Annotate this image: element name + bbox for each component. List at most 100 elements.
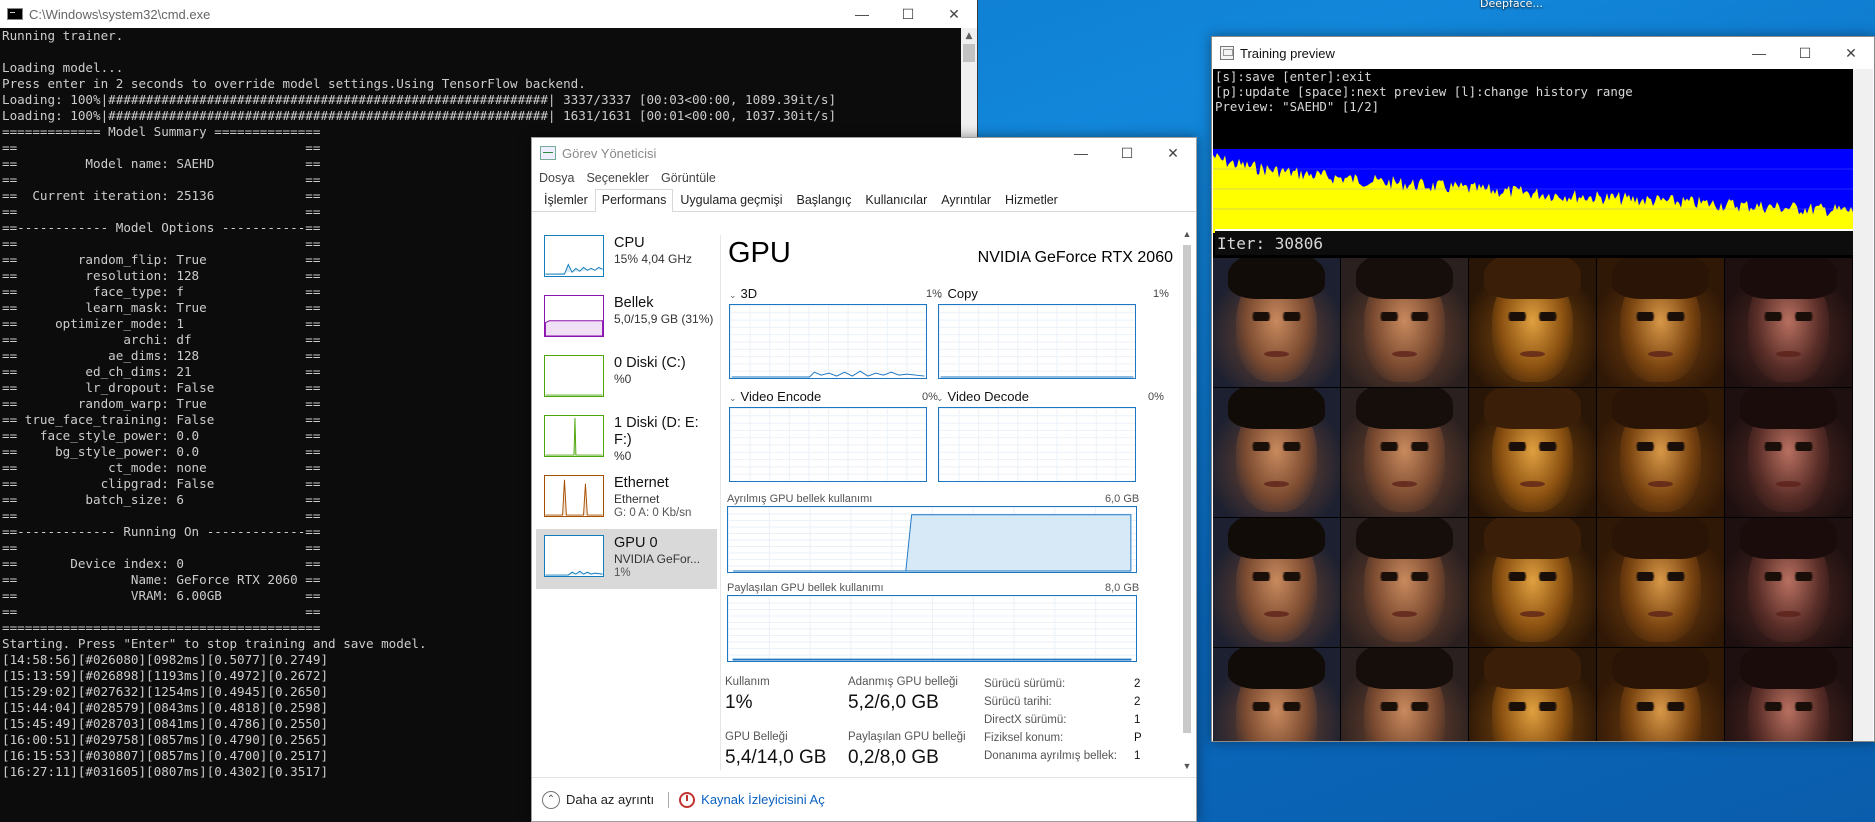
face-hair (1356, 258, 1453, 300)
tab-details[interactable]: Ayrıntılar (934, 189, 998, 211)
console-line: Running trainer. (2, 28, 124, 43)
face-hair (1740, 648, 1837, 690)
training-preview-window[interactable]: Training preview — ☐ ✕ [s]:save [enter]:… (1211, 36, 1875, 742)
face-hair (1484, 648, 1581, 690)
preview-face-tile (1725, 648, 1853, 741)
desktop-icon-label[interactable]: Deepface... (1480, 0, 1543, 10)
scroll-up-icon[interactable]: ▲ (1180, 229, 1194, 243)
menu-view[interactable]: Görüntüle (661, 171, 716, 185)
face-mouth (1391, 350, 1418, 358)
face-hair (1228, 518, 1325, 560)
console-line: Loading model... (2, 60, 124, 75)
tm-tabs: İşlemler Performans Uygulama geçmişi Baş… (532, 188, 1196, 212)
shared-gpu-memory-value: 0,2/8,0 GB (848, 747, 939, 768)
sidebar-value-2: 1% (614, 567, 631, 579)
preview-face-tile (1469, 388, 1597, 518)
face-hair (1740, 518, 1837, 560)
chevron-down-icon: ⌄ (729, 290, 737, 300)
gpu-memory-label: GPU Belleği (725, 731, 788, 743)
preview-face-tile (1469, 258, 1597, 388)
close-button[interactable]: ✕ (931, 0, 977, 28)
scroll-down-icon[interactable]: ▼ (1180, 761, 1194, 775)
minimize-button[interactable]: — (1736, 39, 1782, 67)
maximize-button[interactable]: ☐ (885, 0, 931, 28)
dedicated-memory-graph (727, 506, 1137, 573)
disk0-thumbnail-graph (544, 355, 604, 397)
tab-startup[interactable]: Başlangıç (790, 189, 859, 211)
gpu-model-name: NVIDIA GeForce RTX 2060 (977, 249, 1173, 266)
menu-file[interactable]: Dosya (539, 171, 574, 185)
open-resource-monitor-link[interactable]: Kaynak İzleyicisini Aç (701, 792, 825, 807)
sidebar-item-cpu[interactable]: CPU 15% 4,04 GHz (536, 229, 717, 289)
tab-processes[interactable]: İşlemler (537, 189, 595, 211)
gpu-detail-panel: GPU NVIDIA GeForce RTX 2060 ⌄ 3D 1% ⌄ Copy… (723, 229, 1181, 775)
perf-sidebar: CPU 15% 4,04 GHz Bellek 5,0/15,9 GB (31%… (536, 229, 717, 589)
face-mouth (1775, 480, 1802, 488)
face-mouth (1519, 480, 1546, 488)
sidebar-label: Ethernet (614, 475, 669, 491)
close-button[interactable]: ✕ (1150, 139, 1196, 167)
fewer-details-button[interactable]: Daha az ayrıntı (566, 792, 654, 807)
preview-face-tile (1213, 518, 1341, 648)
tab-performance[interactable]: Performans (594, 189, 674, 212)
tab-services[interactable]: Hizmetler (998, 189, 1065, 211)
tp-titlebar[interactable]: Training preview — ☐ ✕ (1212, 37, 1874, 69)
face-hair (1356, 648, 1453, 690)
resource-monitor-icon[interactable] (679, 791, 696, 808)
sidebar-item-gpu-0[interactable]: GPU 0 NVIDIA GeFor... 1% (536, 529, 717, 589)
preview-face-tile (1725, 518, 1853, 648)
preview-help-line-1: [s]:save [enter]:exit (1215, 69, 1372, 84)
iteration-counter: Iter: 30806 (1215, 229, 1853, 255)
directx-version-label: DirectX sürümü: (984, 714, 1067, 726)
engine-selector-copy[interactable]: ⌄ Copy (936, 286, 978, 301)
sidebar-value: %0 (614, 372, 632, 386)
driver-date-value: 2 (1134, 696, 1141, 708)
cmd-titlebar[interactable]: C:\Windows\system32\cmd.exe — ☐ ✕ (0, 0, 977, 28)
cmd-title: C:\Windows\system32\cmd.exe (29, 6, 211, 22)
driver-version-label: Sürücü sürümü: (984, 678, 1066, 690)
engine-selector-3d[interactable]: ⌄ 3D (729, 286, 757, 301)
tab-app-history[interactable]: Uygulama geçmişi (673, 189, 789, 211)
maximize-button[interactable]: ☐ (1104, 139, 1150, 167)
face-hair (1228, 258, 1325, 300)
tab-users[interactable]: Kullanıcılar (858, 189, 934, 211)
hardware-reserved-memory-value: 1 (1134, 750, 1141, 762)
sidebar-item-ethernet[interactable]: Ethernet Ethernet G: 0 A: 0 Kb/sn (536, 469, 717, 529)
chevron-up-icon[interactable]: ⌃ (542, 790, 560, 809)
hardware-reserved-memory-label: Donanıma ayrılmış bellek: (984, 750, 1117, 762)
engine-pct-copy: 1% (1153, 288, 1169, 300)
scroll-thumb[interactable] (1183, 245, 1191, 733)
face-mouth (1519, 610, 1546, 618)
driver-date-label: Sürücü tarihi: (984, 696, 1052, 708)
task-manager-window[interactable]: Görev Yöneticisi — ☐ ✕ Dosya Seçenekler … (531, 137, 1197, 822)
sidebar-value: NVIDIA GeFor... (614, 552, 701, 566)
face-hair (1356, 518, 1453, 560)
preview-canvas[interactable]: [s]:save [enter]:exit [p]:update [space]… (1213, 69, 1853, 741)
sidebar-item-memory[interactable]: Bellek 5,0/15,9 GB (31%) (536, 289, 717, 349)
scroll-thumb[interactable] (963, 44, 975, 62)
tp-scrollbar[interactable] (1853, 69, 1873, 741)
face-hair (1228, 388, 1325, 430)
scroll-up-icon[interactable]: ▲ (961, 28, 977, 44)
engine-selector-video-decode[interactable]: ⌄ Video Decode (936, 389, 1029, 404)
sidebar-item-disk-1[interactable]: 1 Diski (D: E: F:) %0 (536, 409, 717, 469)
minimize-button[interactable]: — (1058, 139, 1104, 167)
face-mouth (1775, 350, 1802, 358)
sidebar-label: CPU (614, 235, 645, 251)
sidebar-item-disk-0[interactable]: 0 Diski (C:) %0 (536, 349, 717, 409)
console-line: Loading: 100%|##########################… (2, 108, 837, 123)
face-hair (1484, 518, 1581, 560)
ethernet-thumbnail-graph (544, 475, 604, 517)
sidebar-value: 5,0/15,9 GB (31%) (614, 312, 714, 326)
physical-location-value: P (1134, 732, 1142, 744)
face-hair (1484, 258, 1581, 300)
menu-options[interactable]: Seçenekler (586, 171, 649, 185)
shared-gpu-memory-label: Paylaşılan GPU belleği (848, 731, 966, 743)
engine-selector-video-encode[interactable]: ⌄ Video Encode (729, 389, 821, 404)
tm-titlebar[interactable]: Görev Yöneticisi — ☐ ✕ (532, 138, 1196, 168)
maximize-button[interactable]: ☐ (1782, 39, 1828, 67)
face-hair (1356, 388, 1453, 430)
minimize-button[interactable]: — (839, 0, 885, 28)
tm-scrollbar[interactable]: ▲ ▼ (1180, 229, 1194, 775)
close-button[interactable]: ✕ (1828, 39, 1874, 67)
